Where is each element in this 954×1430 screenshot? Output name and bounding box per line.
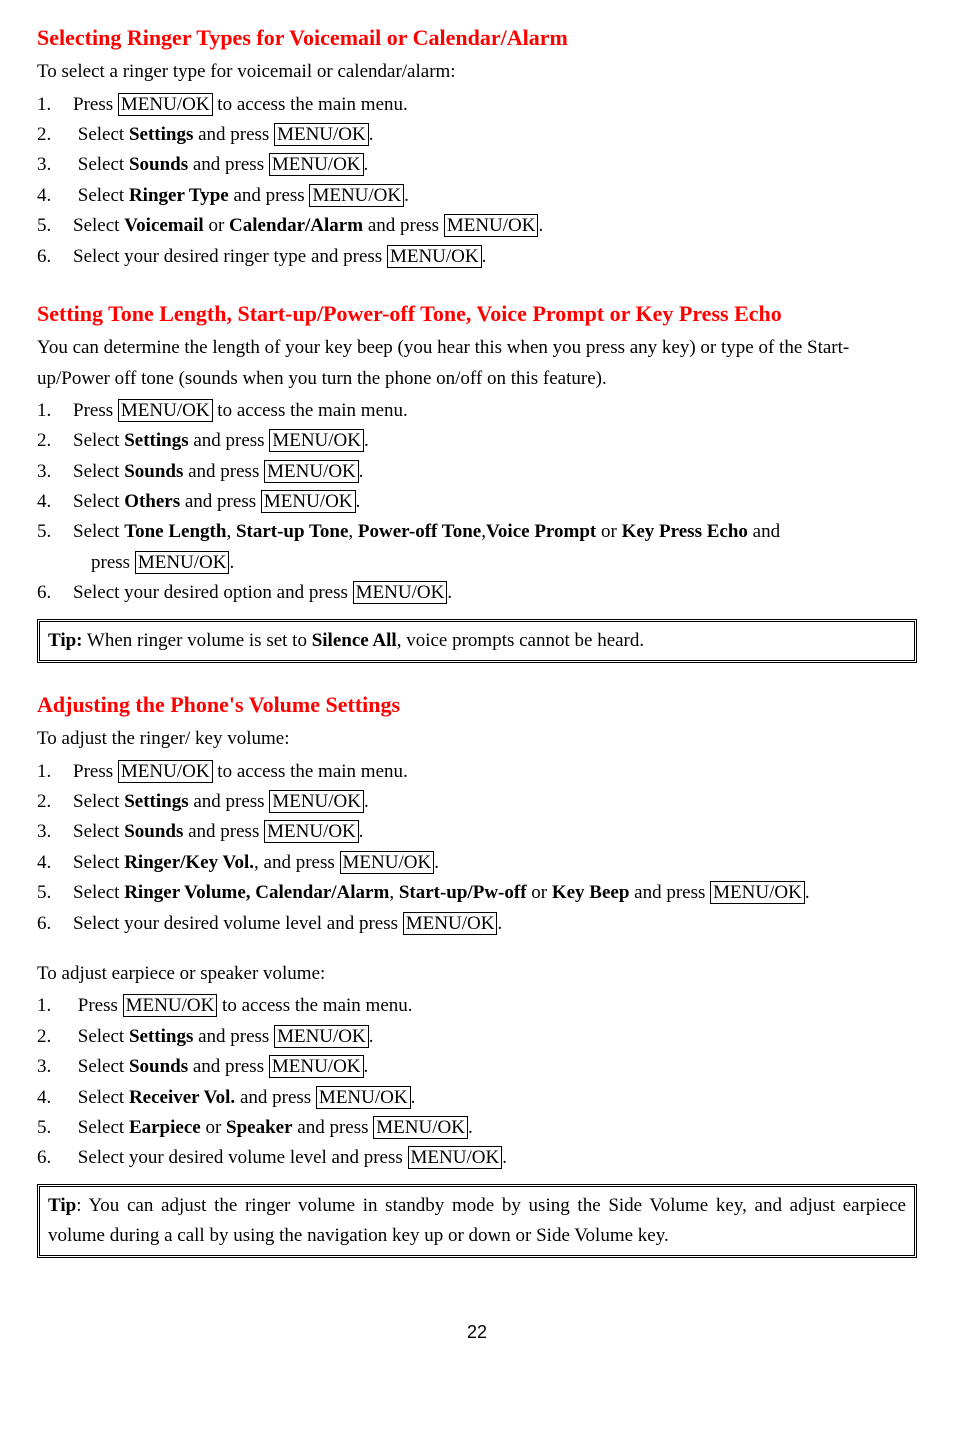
step-4-5: 5. Select Earpiece or Speaker and press … <box>37 1113 917 1143</box>
heading-ringer-types: Selecting Ringer Types for Voicemail or … <box>37 20 917 55</box>
menu-ok-key: MENU/OK <box>710 881 805 904</box>
step-2-3: 3.Select Sounds and press MENU/OK. <box>37 457 917 487</box>
menu-ok-key: MENU/OK <box>118 760 213 783</box>
menu-ok-key: MENU/OK <box>269 429 364 452</box>
menu-ok-key: MENU/OK <box>269 1055 364 1078</box>
menu-ok-key: MENU/OK <box>118 399 213 422</box>
step-1-4: 4. Select Ringer Type and press MENU/OK. <box>37 181 917 211</box>
step-3-1: 1.Press MENU/OK to access the main menu. <box>37 757 917 787</box>
step-3-6: 6.Select your desired volume level and p… <box>37 909 917 939</box>
menu-ok-key: MENU/OK <box>269 153 364 176</box>
step-4-2: 2. Select Settings and press MENU/OK. <box>37 1022 917 1052</box>
step-4-4: 4. Select Receiver Vol. and press MENU/O… <box>37 1083 917 1113</box>
menu-ok-key: MENU/OK <box>309 184 404 207</box>
menu-ok-key: MENU/OK <box>408 1146 503 1169</box>
step-1-3: 3. Select Sounds and press MENU/OK. <box>37 150 917 180</box>
step-3-3: 3.Select Sounds and press MENU/OK. <box>37 817 917 847</box>
step-1-1: 1.Press MENU/OK to access the main menu. <box>37 90 917 120</box>
menu-ok-key: MENU/OK <box>264 820 359 843</box>
step-2-2: 2.Select Settings and press MENU/OK. <box>37 426 917 456</box>
menu-ok-key: MENU/OK <box>353 581 448 604</box>
menu-ok-key: MENU/OK <box>135 551 230 574</box>
step-3-2: 2.Select Settings and press MENU/OK. <box>37 787 917 817</box>
step-4-1: 1. Press MENU/OK to access the main menu… <box>37 991 917 1021</box>
menu-ok-key: MENU/OK <box>118 93 213 116</box>
step-4-3: 3. Select Sounds and press MENU/OK. <box>37 1052 917 1082</box>
step-2-5: 5.Select Tone Length, Start-up Tone, Pow… <box>37 517 917 578</box>
menu-ok-key: MENU/OK <box>123 994 218 1017</box>
step-3-5: 5.Select Ringer Volume, Calendar/Alarm, … <box>37 878 917 908</box>
menu-ok-key: MENU/OK <box>274 1025 369 1048</box>
menu-ok-key: MENU/OK <box>269 790 364 813</box>
step-3-4: 4.Select Ringer/Key Vol., and press MENU… <box>37 848 917 878</box>
step-2-4: 4.Select Others and press MENU/OK. <box>37 487 917 517</box>
intro-ringer-key-vol: To adjust the ringer/ key volume: <box>37 724 917 754</box>
menu-ok-key: MENU/OK <box>403 912 498 935</box>
menu-ok-key: MENU/OK <box>274 123 369 146</box>
tip-silence-all: Tip: When ringer volume is set to Silenc… <box>37 619 917 663</box>
intro-earpiece-speaker: To adjust earpiece or speaker volume: <box>37 959 917 989</box>
step-1-6: 6.Select your desired ringer type and pr… <box>37 242 917 272</box>
menu-ok-key: MENU/OK <box>373 1116 468 1139</box>
step-1-5: 5.Select Voicemail or Calendar/Alarm and… <box>37 211 917 241</box>
step-2-1: 1.Press MENU/OK to access the main menu. <box>37 396 917 426</box>
tip-side-volume: Tip: You can adjust the ringer volume in… <box>37 1184 917 1259</box>
step-2-6: 6.Select your desired option and press M… <box>37 578 917 608</box>
page-number: 22 <box>37 1318 917 1347</box>
menu-ok-key: MENU/OK <box>316 1086 411 1109</box>
menu-ok-key: MENU/OK <box>444 214 539 237</box>
menu-ok-key: MENU/OK <box>340 851 435 874</box>
step-4-6: 6. Select your desired volume level and … <box>37 1143 917 1173</box>
menu-ok-key: MENU/OK <box>264 460 359 483</box>
intro-ringer-types: To select a ringer type for voicemail or… <box>37 57 917 87</box>
intro-tone-length: You can determine the length of your key… <box>37 333 917 394</box>
step-1-2: 2. Select Settings and press MENU/OK. <box>37 120 917 150</box>
menu-ok-key: MENU/OK <box>387 245 482 268</box>
menu-ok-key: MENU/OK <box>261 490 356 513</box>
heading-tone-length: Setting Tone Length, Start-up/Power-off … <box>37 296 917 331</box>
heading-volume-settings: Adjusting the Phone's Volume Settings <box>37 687 917 722</box>
